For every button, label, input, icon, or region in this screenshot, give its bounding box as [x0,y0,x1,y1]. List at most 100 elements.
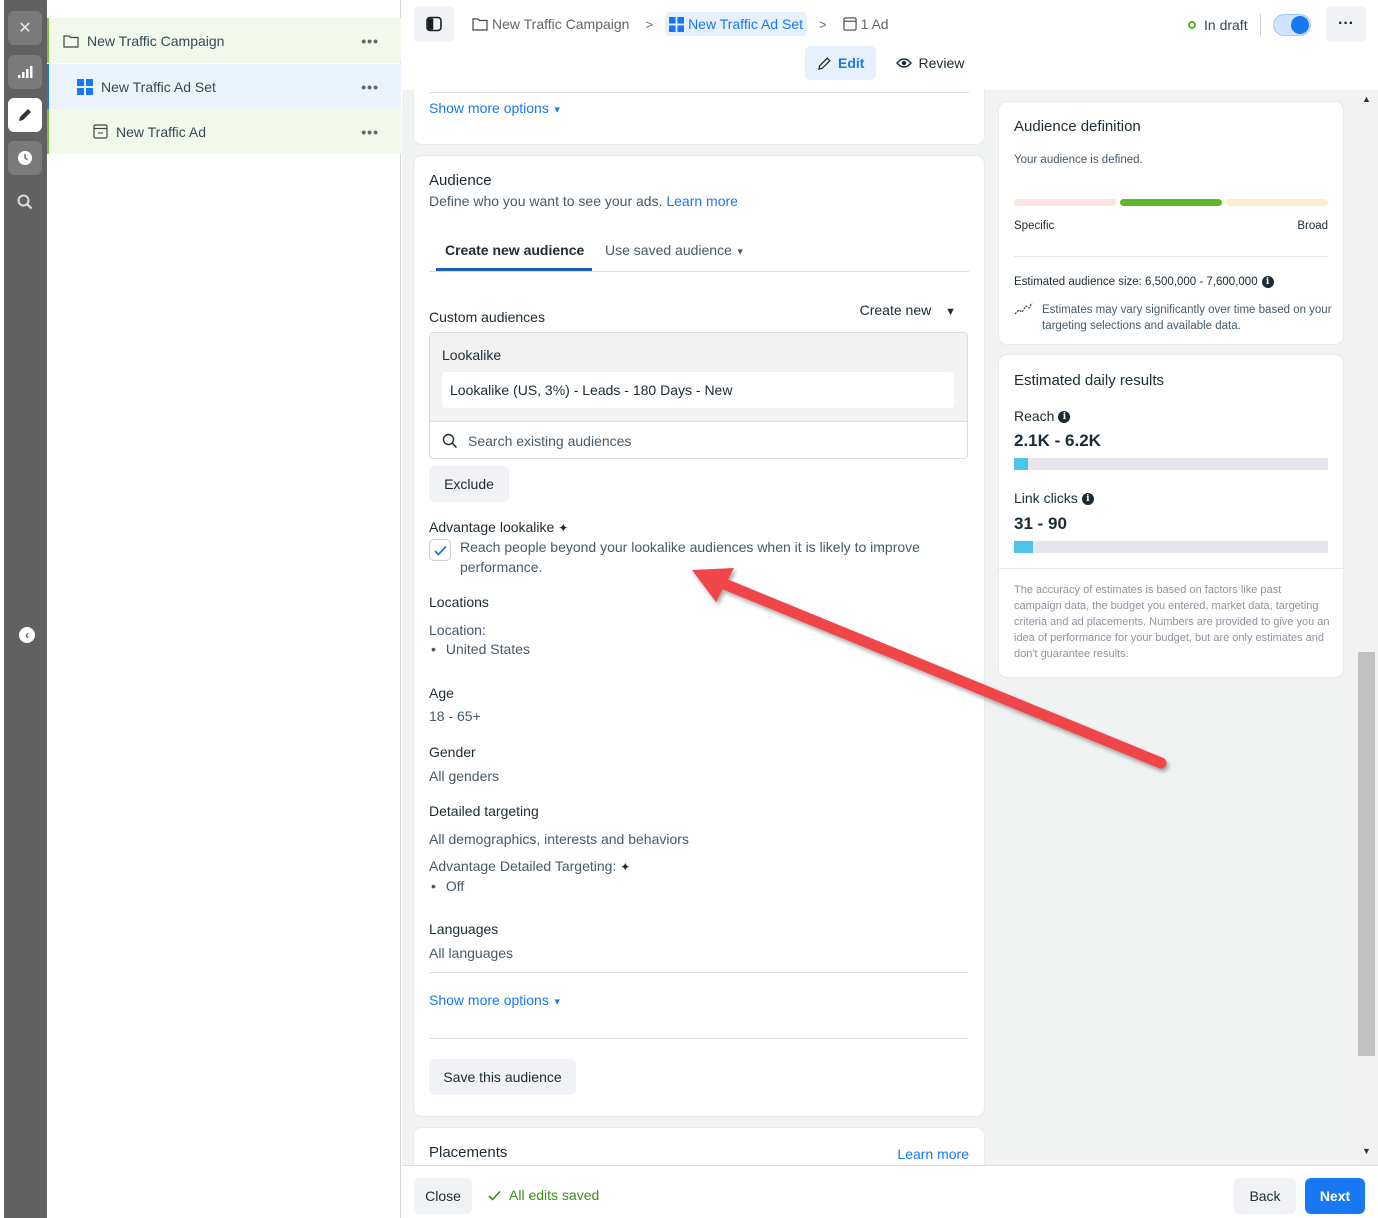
ad-icon [93,124,108,139]
info-icon[interactable]: i [1261,276,1274,288]
exclude-button[interactable]: Exclude [429,466,509,502]
editor-header: New Traffic Campaign > New Traffic Ad Se… [402,0,1378,90]
gauge-specific-segment [1014,199,1116,206]
tab-label: Edit [838,55,865,71]
learn-more-link[interactable]: Learn more [666,193,738,209]
tab-edit[interactable]: Edit [805,46,877,80]
estimated-audience-size: Estimated audience size: 6,500,000 - 7,6… [1014,276,1274,288]
show-more-options-link[interactable]: Show more options ▼ [429,992,562,1008]
gender-value: All genders [429,768,500,784]
audience-group-label: Lookalike [442,347,502,363]
gauge-broad-segment [1226,199,1328,206]
more-options-icon[interactable]: ••• [361,79,379,95]
history-rail-button[interactable] [8,141,42,175]
more-actions-button[interactable]: ··· [1326,6,1366,42]
location-sublabel: Location: [429,622,486,638]
scrollbar-thumb[interactable] [1358,652,1375,1056]
content-scrollbar[interactable]: ▲ ▼ [1358,90,1378,1165]
breadcrumb-campaign[interactable]: New Traffic Campaign [468,12,633,36]
reach-label: Reach i [1014,408,1071,424]
save-status: All edits saved [488,1187,599,1203]
bar-chart-icon [18,66,33,78]
more-options-icon[interactable]: ••• [361,124,379,140]
advantage-detailed-targeting-label: Advantage Detailed Targeting: ✦ [429,858,631,874]
age-value: 18 - 65+ [429,708,481,724]
tab-use-saved-audience[interactable]: Use saved audience ▼ [605,242,745,258]
sparkle-icon: ✦ [558,521,569,535]
more-options-icon[interactable]: ••• [361,33,379,49]
reach-bar-fill [1014,458,1029,470]
divider [999,568,1343,569]
checkmark-icon [433,545,447,556]
gender-label: Gender [429,744,476,760]
divider [1014,256,1328,257]
pencil-icon [19,109,31,121]
selected-audiences: Lookalike Lookalike (US, 3%) - Leads - 1… [430,333,967,421]
learn-more-link[interactable]: Learn more [897,1146,969,1162]
ad-set-toggle[interactable] [1272,14,1311,36]
link-clicks-bar [1014,541,1328,553]
mode-tabs: Edit Review [805,46,976,80]
estimates-disclaimer: The accuracy of estimates is based on fa… [1014,584,1330,660]
tab-review[interactable]: Review [884,46,976,80]
tree-item-ad-set[interactable]: New Traffic Ad Set ••• [47,64,401,109]
breadcrumb-ad-set[interactable]: New Traffic Ad Set [665,12,807,36]
breadcrumb-label: New Traffic Campaign [492,16,630,32]
previous-section-card: Show more options ▼ [414,90,984,144]
tree-item-ad[interactable]: New Traffic Ad ••• [47,109,401,154]
close-icon: ✕ [18,20,32,37]
breadcrumb-ad[interactable]: 1 Ad [839,12,893,36]
info-icon[interactable]: i [1081,493,1094,506]
side-panel-icon [426,16,442,32]
sparkle-icon: ✦ [620,860,631,874]
scroll-up-arrow-icon[interactable]: ▲ [1362,94,1371,104]
detailed-targeting-label: Detailed targeting [429,803,539,819]
close-rail-button[interactable]: ✕ [8,11,42,45]
tree-item-campaign[interactable]: New Traffic Campaign ••• [47,18,401,63]
section-subtitle: Define who you want to see your ads. Lea… [429,193,738,209]
audience-search [430,421,967,458]
gauge-specific-label: Specific [1014,220,1055,232]
reach-value: 2.1K - 6.2K [1014,431,1101,450]
link-clicks-value: 31 - 90 [1014,514,1067,533]
checkmark-icon [488,1190,501,1201]
collapse-panel-button[interactable]: ‹ [19,627,35,643]
advantage-lookalike-description: Reach people beyond your lookalike audie… [460,539,920,575]
close-button[interactable]: Close [414,1178,472,1214]
save-audience-button[interactable]: Save this audience [429,1059,576,1095]
section-title: Placements [429,1144,508,1161]
ad-icon [842,17,857,31]
tab-label: Review [918,55,965,71]
trend-icon [1014,302,1034,321]
search-zoom-icon [17,194,33,210]
divider [429,972,968,973]
edit-rail-button[interactable] [8,98,42,132]
age-label: Age [429,685,454,701]
toggle-side-panel-button[interactable] [414,6,454,42]
reach-bar [1014,458,1328,470]
breadcrumb-label: New Traffic Ad Set [688,16,803,32]
tree-item-label: New Traffic Ad Set [101,78,216,95]
breadcrumb-separator: > [645,16,654,32]
gauge-broad-label: Broad [1297,220,1328,232]
link-clicks-label: Link clicks i [1014,490,1094,506]
insights-rail-button[interactable] [8,55,42,89]
detailed-targeting-value: All demographics, interests and behavior… [429,831,689,847]
selected-audience-chip[interactable]: Lookalike (US, 3%) - Leads - 180 Days - … [442,372,954,408]
clock-icon [18,151,32,165]
search-rail-button[interactable] [8,185,42,219]
divider [429,92,969,93]
next-button[interactable]: Next [1305,1178,1365,1214]
search-audiences-input[interactable] [468,432,908,449]
show-more-options-link[interactable]: Show more options ▼ [429,100,562,116]
divider [1259,14,1261,36]
audience-status: Your audience is defined. [1014,154,1143,166]
info-icon[interactable]: i [1058,411,1071,424]
back-button[interactable]: Back [1234,1178,1296,1214]
advantage-lookalike-checkbox[interactable] [429,539,451,561]
create-new-dropdown[interactable]: Create new ▼ [860,302,956,318]
campaign-tree: New Traffic Campaign ••• New Traffic Ad … [47,0,401,1218]
folder-icon [63,34,79,48]
tab-create-new-audience[interactable]: Create new audience [435,242,593,271]
scroll-down-arrow-icon[interactable]: ▼ [1362,1146,1371,1156]
